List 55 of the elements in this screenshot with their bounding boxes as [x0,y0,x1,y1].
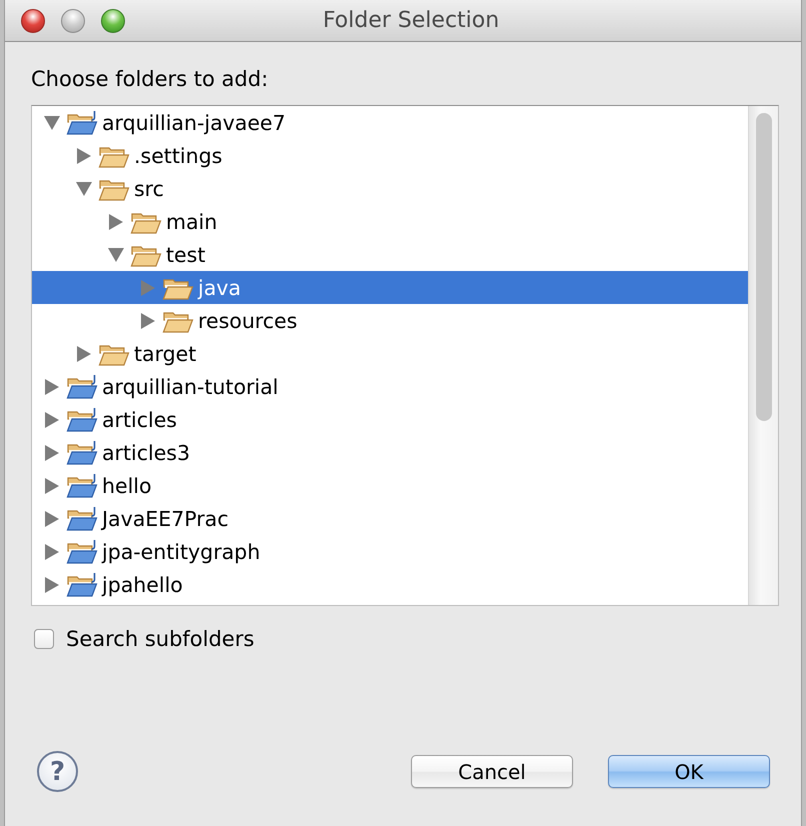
tree-item-label: arquillian-tutorial [102,374,278,398]
tree-item-label: articles3 [102,440,190,464]
tree-item-label: jpahello [102,572,183,596]
window-title: Folder Selection [322,8,500,33]
tree-row[interactable]: jpahello [32,568,748,601]
checkbox-label[interactable]: Search subfolders [66,627,254,651]
scrollbar-track[interactable] [748,106,778,605]
tree-item-label: JavaEE7Prac [102,506,229,530]
tree-item-label: src [134,176,164,200]
tree-row[interactable]: arquillian-javaee7 [32,106,748,139]
tree-item-label: hello [102,474,152,498]
collapsed-arrow-icon[interactable] [44,576,60,592]
default-button[interactable]: OK [608,755,770,788]
collapsed-arrow-icon[interactable] [76,148,92,164]
collapsed-arrow-icon[interactable] [140,312,156,328]
collapsed-arrow-icon[interactable] [44,444,60,460]
tree-item-label: main [166,210,218,234]
expanded-arrow-icon[interactable] [76,180,92,196]
collapsed-arrow-icon[interactable] [44,544,60,560]
tree-item-label: test [166,242,206,266]
collapsed-arrow-icon[interactable] [44,478,60,494]
tree-row[interactable]: resources [32,304,748,337]
expanded-arrow-icon[interactable] [108,246,124,262]
tree-row[interactable]: test [32,238,748,271]
tree-item-label: java [198,276,241,300]
help-button[interactable]: ? [37,751,78,792]
tree-row[interactable]: JavaEE7Prac [32,502,748,535]
tree-row[interactable]: target [32,337,748,370]
tree-row[interactable]: java [32,271,748,304]
zoom-window-icon[interactable] [101,8,125,32]
tree-item-label: articles [102,408,177,432]
tree-row[interactable]: articles3 [32,436,748,469]
prompt-label: Choose folders to add: [31,66,270,92]
scrollbar-thumb[interactable] [756,113,772,421]
tree-item-label: target [134,342,196,366]
tree-row[interactable]: articles [32,403,748,436]
tree-row[interactable]: .settings [32,139,748,172]
tree-item-label: jpa-entitygraph [102,540,260,564]
close-window-icon[interactable] [21,8,45,32]
tree-row[interactable]: main [32,205,748,238]
tree-item-label: arquillian-javaee7 [102,110,286,134]
tree-item-label: .settings [134,144,222,168]
collapsed-arrow-icon[interactable] [44,378,60,394]
tree-row[interactable]: hello [32,469,748,502]
collapsed-arrow-icon[interactable] [44,510,60,526]
tree-row[interactable]: src [32,172,748,205]
expanded-arrow-icon[interactable] [44,114,60,130]
collapsed-arrow-icon[interactable] [76,346,92,362]
tree-item-label: resources [198,308,298,332]
collapsed-arrow-icon[interactable] [44,412,60,428]
checkbox[interactable] [34,629,54,649]
tree-row[interactable]: arquillian-tutorial [32,370,748,403]
dialog-button[interactable]: Cancel [411,755,573,788]
tree-row[interactable]: jpa-entitygraph [32,535,748,568]
collapsed-arrow-icon[interactable] [108,214,124,230]
